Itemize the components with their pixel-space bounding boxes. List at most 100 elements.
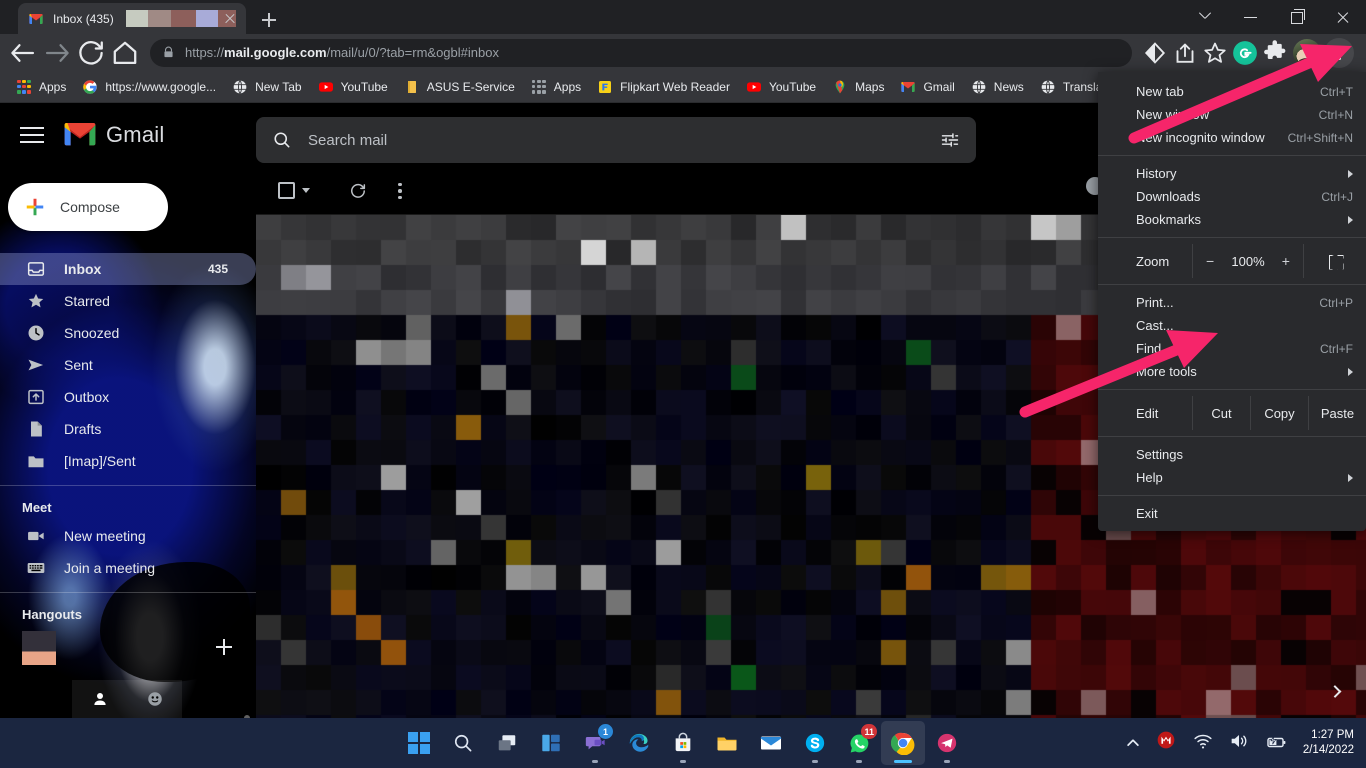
menu-item-downloads[interactable]: Downloads Ctrl+J <box>1098 185 1366 208</box>
sidebar-label: Inbox <box>64 261 102 277</box>
compose-button[interactable]: Compose <box>8 183 168 231</box>
bookmark-maps[interactable]: Maps <box>824 75 892 99</box>
select-all-checkbox[interactable] <box>278 182 295 199</box>
bookmark-news[interactable]: News <box>963 75 1032 99</box>
menu-item-settings[interactable]: Settings <box>1098 443 1366 466</box>
mail-button[interactable] <box>749 721 793 765</box>
bookmark-label: Gmail <box>923 79 955 94</box>
menu-item-new-window[interactable]: New window Ctrl+N <box>1098 103 1366 126</box>
close-icon[interactable] <box>220 9 240 29</box>
search-input[interactable]: Search mail <box>308 132 940 149</box>
bookmark-asus-eservice[interactable]: ASUS E-Service <box>396 75 523 99</box>
menu-item-find[interactable]: Find... Ctrl+F <box>1098 337 1366 360</box>
menu-label: New tab <box>1136 84 1184 99</box>
show-hidden-icons-chevron[interactable] <box>1120 730 1146 756</box>
new-tab-button[interactable] <box>256 7 282 33</box>
browser-tab[interactable]: Inbox (435) <box>18 3 246 34</box>
wifi-icon[interactable] <box>1192 730 1218 756</box>
folder-icon <box>404 79 420 95</box>
bookmark-gmail[interactable]: Gmail <box>892 75 962 99</box>
start-button[interactable] <box>397 721 441 765</box>
refresh-icon[interactable] <box>348 181 368 201</box>
skype-button[interactable] <box>793 721 837 765</box>
zoom-in-button[interactable]: + <box>1273 253 1299 269</box>
menu-item-cast[interactable]: Cast... <box>1098 314 1366 337</box>
bookmark-apps[interactable]: Apps <box>8 75 74 99</box>
menu-item-help[interactable]: Help <box>1098 466 1366 489</box>
paste-button[interactable]: Paste <box>1308 396 1366 430</box>
bookmark-flipkart[interactable]: Flipkart Web Reader <box>589 75 738 99</box>
reload-icon[interactable] <box>74 36 108 70</box>
profile-avatar[interactable] <box>1293 38 1321 67</box>
taskbar-clock[interactable]: 1:27 PM 2/14/2022 <box>1303 728 1354 758</box>
search-button[interactable] <box>441 721 485 765</box>
tab-search-chevron-down-icon[interactable] <box>1182 0 1228 34</box>
chevron-right-icon[interactable] <box>1330 684 1344 698</box>
incognito-diamond-icon[interactable] <box>1140 38 1170 68</box>
menu-item-more-tools[interactable]: More tools <box>1098 360 1366 383</box>
contact-avatar[interactable] <box>22 631 56 665</box>
sidebar-item-sent[interactable]: Sent <box>0 349 256 381</box>
sidebar-item-new-meeting[interactable]: New meeting <box>0 520 256 552</box>
bookmark-star-icon[interactable] <box>1200 38 1230 68</box>
gmail-logo[interactable]: Gmail <box>62 121 164 149</box>
minimize-button[interactable] <box>1228 0 1274 34</box>
task-view-button[interactable] <box>485 721 529 765</box>
bookmark-new-tab[interactable]: New Tab <box>224 75 309 99</box>
edge-button[interactable] <box>617 721 661 765</box>
sidebar-item-join-meeting[interactable]: Join a meeting <box>0 552 256 584</box>
mcafee-icon[interactable] <box>1156 730 1182 756</box>
sidebar-item-drafts[interactable]: Drafts <box>0 413 256 445</box>
sidebar-item-imap-sent[interactable]: [Imap]/Sent <box>0 445 256 477</box>
menu-item-exit[interactable]: Exit <box>1098 502 1366 525</box>
fullscreen-button[interactable] <box>1304 255 1366 268</box>
bookmark-label: New Tab <box>255 79 302 94</box>
grammarly-icon[interactable] <box>1230 38 1260 68</box>
menu-item-bookmarks[interactable]: Bookmarks <box>1098 208 1366 231</box>
menu-item-history[interactable]: History <box>1098 162 1366 185</box>
more-kebab-icon[interactable] <box>398 182 402 200</box>
menu-item-new-tab[interactable]: New tab Ctrl+T <box>1098 80 1366 103</box>
whatsapp-button[interactable]: 11 <box>837 721 881 765</box>
cut-button[interactable]: Cut <box>1192 396 1250 430</box>
widgets-button[interactable] <box>529 721 573 765</box>
maximize-button[interactable] <box>1274 0 1320 34</box>
file-explorer-button[interactable] <box>705 721 749 765</box>
bookmark-youtube-2[interactable]: YouTube <box>738 75 824 99</box>
search-icon <box>272 130 292 150</box>
battery-charging-icon[interactable] <box>1264 730 1290 756</box>
sidebar-item-snoozed[interactable]: Snoozed <box>0 317 256 349</box>
extensions-puzzle-icon[interactable] <box>1260 38 1290 68</box>
copy-button[interactable]: Copy <box>1250 396 1308 430</box>
microsoft-store-button[interactable] <box>661 721 705 765</box>
bookmark-apps-2[interactable]: Apps <box>523 75 589 99</box>
sidebar-item-inbox[interactable]: Inbox 435 <box>0 253 256 285</box>
maps-pin-icon <box>832 79 848 95</box>
address-bar[interactable]: https://mail.google.com/mail/u/0/?tab=rm… <box>150 38 1132 67</box>
telegram-button[interactable] <box>925 721 969 765</box>
chrome-menu-button[interactable] <box>1324 37 1354 68</box>
chevron-down-icon[interactable] <box>302 188 310 193</box>
search-mail-field[interactable]: Search mail <box>256 117 976 163</box>
sidebar-item-outbox[interactable]: Outbox <box>0 381 256 413</box>
search-options-icon[interactable] <box>940 130 960 150</box>
share-icon[interactable] <box>1170 38 1200 68</box>
bookmark-google[interactable]: https://www.google... <box>74 75 224 99</box>
menu-item-new-incognito-window[interactable]: New incognito window Ctrl+Shift+N <box>1098 126 1366 149</box>
home-icon[interactable] <box>108 36 142 70</box>
sidebar-item-starred[interactable]: Starred <box>0 285 256 317</box>
zoom-out-button[interactable]: − <box>1197 253 1223 269</box>
chrome-button[interactable] <box>881 721 925 765</box>
contacts-person-icon[interactable] <box>91 690 109 708</box>
menu-item-print[interactable]: Print... Ctrl+P <box>1098 291 1366 314</box>
gmail-icon <box>62 121 98 149</box>
back-arrow-icon[interactable] <box>6 36 40 70</box>
close-window-button[interactable] <box>1320 0 1366 34</box>
plus-icon[interactable] <box>216 639 232 655</box>
volume-icon[interactable] <box>1228 730 1254 756</box>
main-menu-hamburger-icon[interactable] <box>8 111 56 159</box>
emoji-face-icon[interactable] <box>146 690 164 708</box>
bookmark-youtube-1[interactable]: YouTube <box>310 75 396 99</box>
teams-chat-button[interactable]: 1 <box>573 721 617 765</box>
forward-arrow-icon[interactable] <box>40 36 74 70</box>
